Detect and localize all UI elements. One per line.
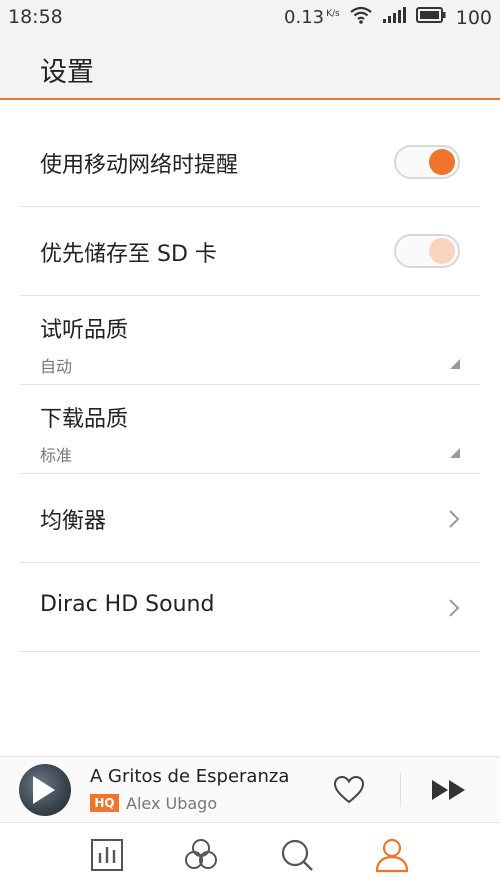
setting-label: 使用移动网络时提醒	[40, 153, 239, 178]
setting-dirac-hd-sound[interactable]: Dirac HD Sound	[20, 563, 480, 652]
setting-value: 自动	[40, 357, 73, 376]
bottom-nav	[0, 823, 500, 889]
quality-badge: HQ	[90, 794, 119, 812]
profile-icon[interactable]	[374, 837, 410, 873]
setting-listen-quality[interactable]: 试听品质 自动	[20, 296, 480, 385]
album-cover[interactable]	[19, 764, 71, 816]
chevron-right-icon	[449, 510, 460, 528]
title-bar: 设置	[0, 36, 500, 100]
network-speed: 0.13	[284, 7, 325, 28]
setting-label: 均衡器	[40, 509, 107, 534]
setting-value: 标准	[40, 446, 73, 465]
screen: 18:58 0.13 K/s 100 设置 使用移动网络时提醒 优先储存至 SD…	[0, 0, 500, 889]
toggle-knob	[429, 149, 455, 175]
chevron-right-icon	[449, 599, 460, 617]
mini-player[interactable]: A Gritos de Esperanza HQ Alex Ubago	[0, 756, 500, 823]
network-speed-unit: K/s	[326, 8, 340, 19]
toggle-knob	[429, 238, 455, 264]
settings-list: 使用移动网络时提醒 优先储存至 SD 卡 试听品质 自动 下载品质 标准 均衡器…	[20, 118, 480, 652]
setting-label: Dirac HD Sound	[40, 592, 215, 617]
status-time: 18:58	[8, 6, 63, 28]
fast-forward-icon[interactable]	[430, 777, 468, 803]
page-title: 设置	[40, 57, 94, 88]
player-divider	[400, 773, 401, 807]
signal-icon	[382, 6, 406, 29]
song-title: A Gritos de Esperanza	[90, 766, 290, 787]
setting-label: 优先储存至 SD 卡	[40, 242, 217, 267]
chart-icon[interactable]	[89, 837, 125, 873]
dropdown-triangle-icon	[450, 359, 460, 369]
setting-download-quality[interactable]: 下载品质 标准	[20, 385, 480, 474]
play-icon[interactable]	[33, 776, 55, 804]
dropdown-triangle-icon	[450, 448, 460, 458]
setting-prefer-sd-storage[interactable]: 优先储存至 SD 卡	[20, 207, 480, 296]
status-bar: 18:58 0.13 K/s 100	[0, 0, 500, 36]
battery-icon	[415, 6, 446, 29]
battery-level: 100	[455, 6, 492, 29]
circles-icon[interactable]	[183, 837, 219, 873]
prefer-sd-storage-toggle[interactable]	[394, 234, 460, 268]
heart-icon[interactable]	[333, 775, 365, 805]
setting-label: 下载品质	[40, 407, 129, 432]
mobile-network-reminder-toggle[interactable]	[394, 145, 460, 179]
setting-equalizer[interactable]: 均衡器	[20, 474, 480, 563]
setting-label: 试听品质	[40, 318, 129, 343]
status-right: 0.13 K/s 100	[284, 6, 492, 29]
setting-mobile-network-reminder[interactable]: 使用移动网络时提醒	[20, 118, 480, 207]
artist-name: Alex Ubago	[126, 794, 218, 813]
wifi-icon	[350, 6, 372, 29]
search-icon[interactable]	[279, 837, 315, 873]
